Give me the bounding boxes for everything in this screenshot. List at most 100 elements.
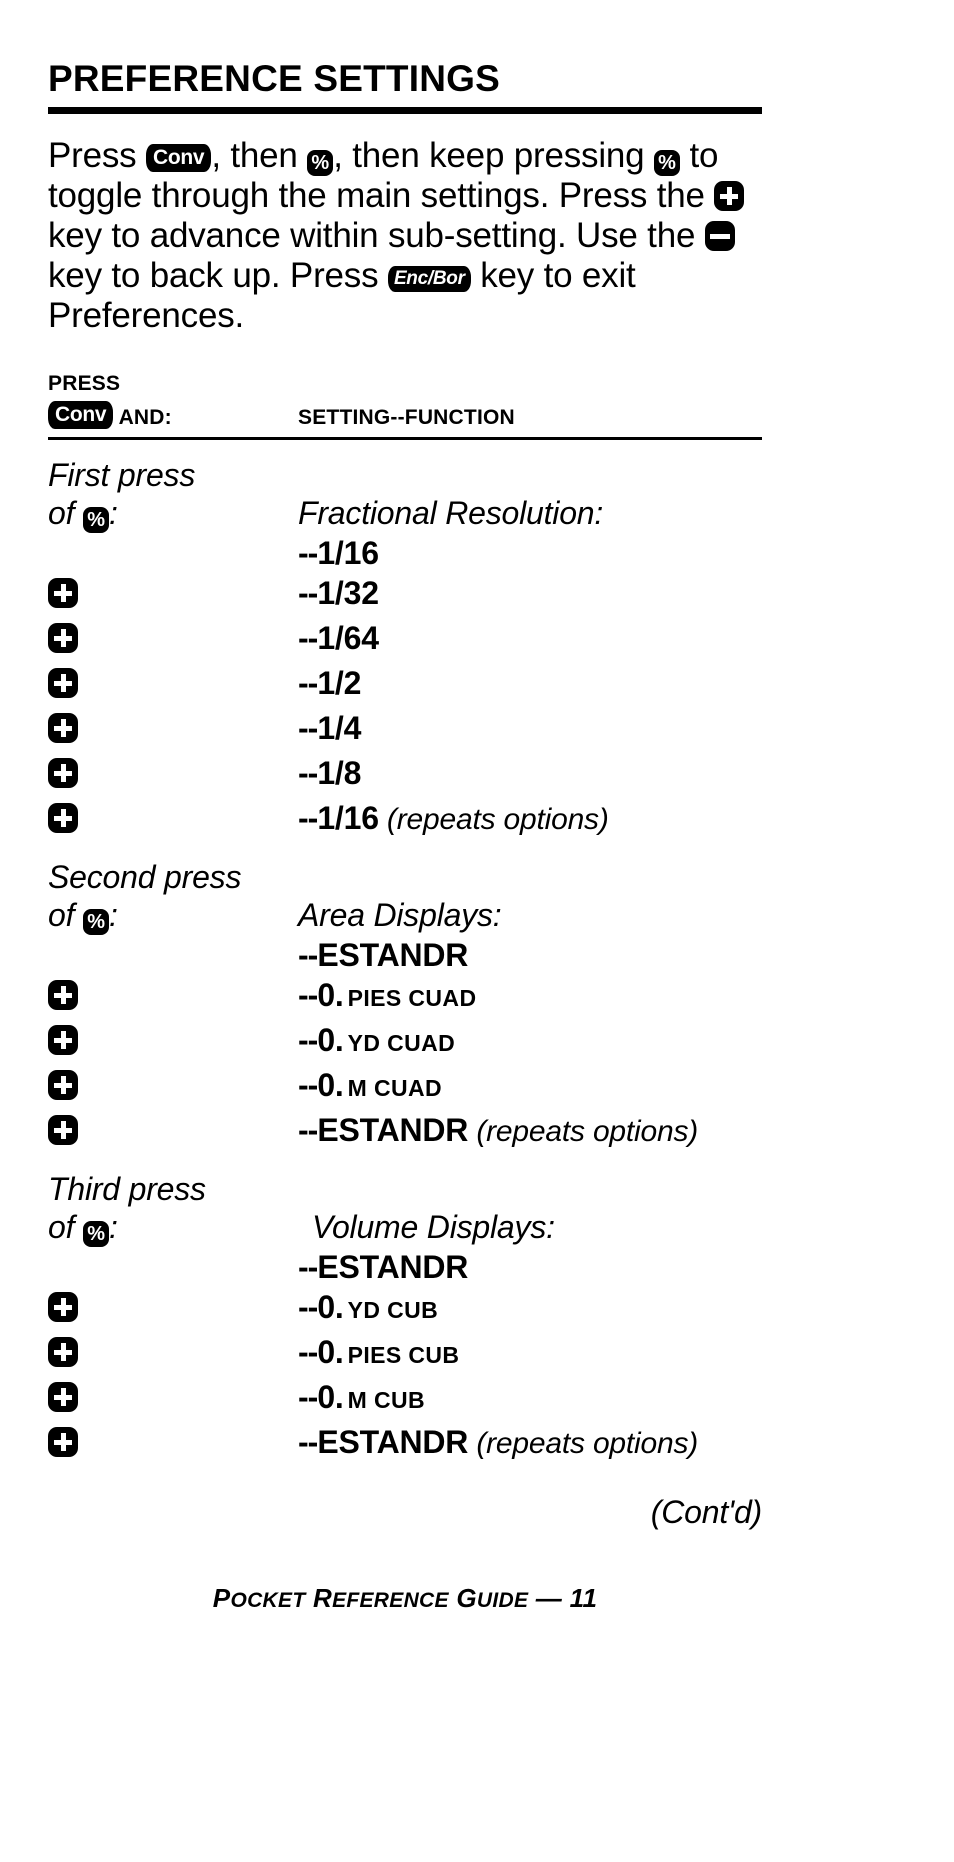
plus-key-icon bbox=[48, 1381, 78, 1412]
intro-text-1: Press bbox=[48, 135, 146, 175]
setting-option-row: --0. M CUAD bbox=[48, 1066, 762, 1111]
section-heading-row: of %: Area Displays: bbox=[48, 896, 762, 936]
footer-text-5: G bbox=[448, 1582, 477, 1613]
setting-option-key-cell bbox=[48, 1291, 298, 1333]
setting-option-value-cell: --1/8 bbox=[298, 754, 762, 792]
setting-option-value-cell: --ESTANDR bbox=[298, 936, 762, 974]
percent-key-icon: % bbox=[82, 506, 109, 533]
plus-key-icon bbox=[48, 667, 78, 698]
setting-option-value: 1/16 bbox=[317, 534, 379, 571]
section-label-prefix: of bbox=[48, 896, 83, 933]
setting-option-row: --ESTANDR (repeats options) bbox=[48, 1111, 762, 1156]
plus-key-icon bbox=[48, 1426, 78, 1457]
setting-option-row: --1/4 bbox=[48, 709, 762, 754]
section-label-line1: Second press bbox=[48, 858, 242, 895]
setting-option-key-cell bbox=[48, 1069, 298, 1111]
section-label-suffix: : bbox=[108, 1208, 118, 1245]
setting-option-key-cell bbox=[48, 1426, 298, 1468]
plus-key-icon bbox=[48, 802, 78, 833]
intro-text-6: key to back up. Press bbox=[48, 255, 388, 295]
dash-prefix: -- bbox=[298, 1066, 318, 1103]
setting-option-row: --ESTANDR (repeats options) bbox=[48, 1423, 762, 1468]
setting-option-row: --0. PIES CUAD bbox=[48, 976, 762, 1021]
dash-prefix: -- bbox=[298, 709, 318, 746]
setting-option-value-cell: --1/16 bbox=[298, 534, 762, 572]
section-label-prefix: of bbox=[48, 1208, 83, 1245]
dash-prefix: -- bbox=[298, 1333, 318, 1370]
dash-prefix: -- bbox=[298, 574, 318, 611]
dash-prefix: -- bbox=[298, 976, 318, 1013]
section-label-line2: of %: bbox=[48, 1208, 298, 1247]
setting-option-value-cell: --1/2 bbox=[298, 664, 762, 702]
settings-section: Third press of %: Volume Displays: --ESTAND… bbox=[48, 1170, 762, 1468]
setting-option-key-cell bbox=[48, 1024, 298, 1066]
plus-key-icon bbox=[48, 1114, 78, 1145]
section-label-row: First press bbox=[48, 456, 762, 494]
conv-key-icon: Conv bbox=[146, 143, 212, 172]
setting-option-value-cell: --ESTANDR bbox=[298, 1248, 762, 1286]
setting-option-row: --0. M CUB bbox=[48, 1378, 762, 1423]
setting-option-value: 1/4 bbox=[317, 709, 362, 746]
continued-label: (Cont'd) bbox=[650, 1493, 762, 1530]
dash-prefix: -- bbox=[298, 619, 318, 656]
section-label-line2: of %: bbox=[48, 896, 298, 935]
plus-key-icon bbox=[48, 622, 78, 653]
setting-option-value: 0. bbox=[317, 976, 344, 1013]
dash-prefix: -- bbox=[298, 664, 318, 701]
percent-key-icon: % bbox=[82, 1220, 109, 1247]
dash-prefix: -- bbox=[298, 1021, 318, 1058]
setting-option-value: ESTANDR bbox=[317, 1248, 469, 1285]
settings-sections: First press of %: Fractional Resolution: --… bbox=[48, 456, 762, 1468]
plus-key-icon bbox=[48, 979, 78, 1010]
section-heading: Volume Displays: bbox=[312, 1208, 555, 1245]
plus-key-icon bbox=[48, 1291, 78, 1322]
setting-option-value: 0. bbox=[317, 1021, 344, 1058]
setting-option-value: 1/64 bbox=[317, 619, 379, 656]
intro-text-3: , then keep pressing bbox=[333, 135, 654, 175]
setting-option-row: --0. PIES CUB bbox=[48, 1333, 762, 1378]
repeats-note: (repeats options) bbox=[468, 1426, 699, 1460]
setting-option-row: --1/8 bbox=[48, 754, 762, 799]
setting-option-row: --1/16 bbox=[48, 534, 762, 574]
plus-key-icon bbox=[48, 577, 78, 608]
setting-option-value-cell: --ESTANDR (repeats options) bbox=[298, 1423, 762, 1463]
setting-option-value: 1/2 bbox=[317, 664, 362, 701]
setting-option-value: 0. bbox=[317, 1333, 344, 1370]
settings-section: First press of %: Fractional Resolution: --… bbox=[48, 456, 762, 844]
setting-option-row: --1/16 (repeats options) bbox=[48, 799, 762, 844]
dash-prefix: -- bbox=[298, 1423, 318, 1460]
setting-option-key-cell bbox=[48, 802, 298, 844]
page-footer: POCKET REFERENCE GUIDE — 11 bbox=[48, 1583, 762, 1614]
section-label-line1: First press bbox=[48, 456, 196, 493]
section-label-suffix: : bbox=[108, 896, 118, 933]
setting-option-key-cell bbox=[48, 577, 298, 619]
setting-option-key-cell bbox=[48, 979, 298, 1021]
setting-option-row: --ESTANDR bbox=[48, 1248, 762, 1288]
setting-option-row: --0. YD CUAD bbox=[48, 1021, 762, 1066]
table-header-col2: SETTING--FUNCTION bbox=[298, 405, 515, 429]
settings-section: Second press of %: Area Displays: --ESTANDR… bbox=[48, 858, 762, 1156]
percent-key-icon: % bbox=[82, 908, 109, 935]
plus-key-icon bbox=[48, 1069, 78, 1100]
setting-option-key-cell bbox=[48, 1381, 298, 1423]
setting-option-value: 0. bbox=[317, 1288, 344, 1325]
intro-text-5: key to advance within sub-setting. Use t… bbox=[48, 215, 705, 255]
setting-option-unit: YD CUB bbox=[347, 1296, 439, 1323]
repeats-note: (repeats options) bbox=[378, 802, 609, 836]
dash-prefix: -- bbox=[298, 754, 318, 791]
setting-option-key-cell bbox=[48, 622, 298, 664]
section-label-row: Third press bbox=[48, 1170, 762, 1208]
setting-option-value: 0. bbox=[317, 1066, 344, 1103]
setting-option-key-cell bbox=[48, 757, 298, 799]
section-heading: Fractional Resolution: bbox=[298, 494, 604, 531]
setting-option-row: --1/64 bbox=[48, 619, 762, 664]
section-heading-row: of %: Fractional Resolution: bbox=[48, 494, 762, 534]
setting-option-row: --1/32 bbox=[48, 574, 762, 619]
section-label-suffix: : bbox=[108, 494, 118, 531]
setting-option-value-cell: --1/64 bbox=[298, 619, 762, 657]
setting-option-value-cell: --0. YD CUAD bbox=[298, 1021, 762, 1062]
percent-key-icon: % bbox=[653, 149, 680, 176]
setting-option-value: ESTANDR bbox=[317, 1423, 469, 1460]
percent-key-icon: % bbox=[307, 149, 334, 176]
plus-key-icon bbox=[48, 757, 78, 788]
